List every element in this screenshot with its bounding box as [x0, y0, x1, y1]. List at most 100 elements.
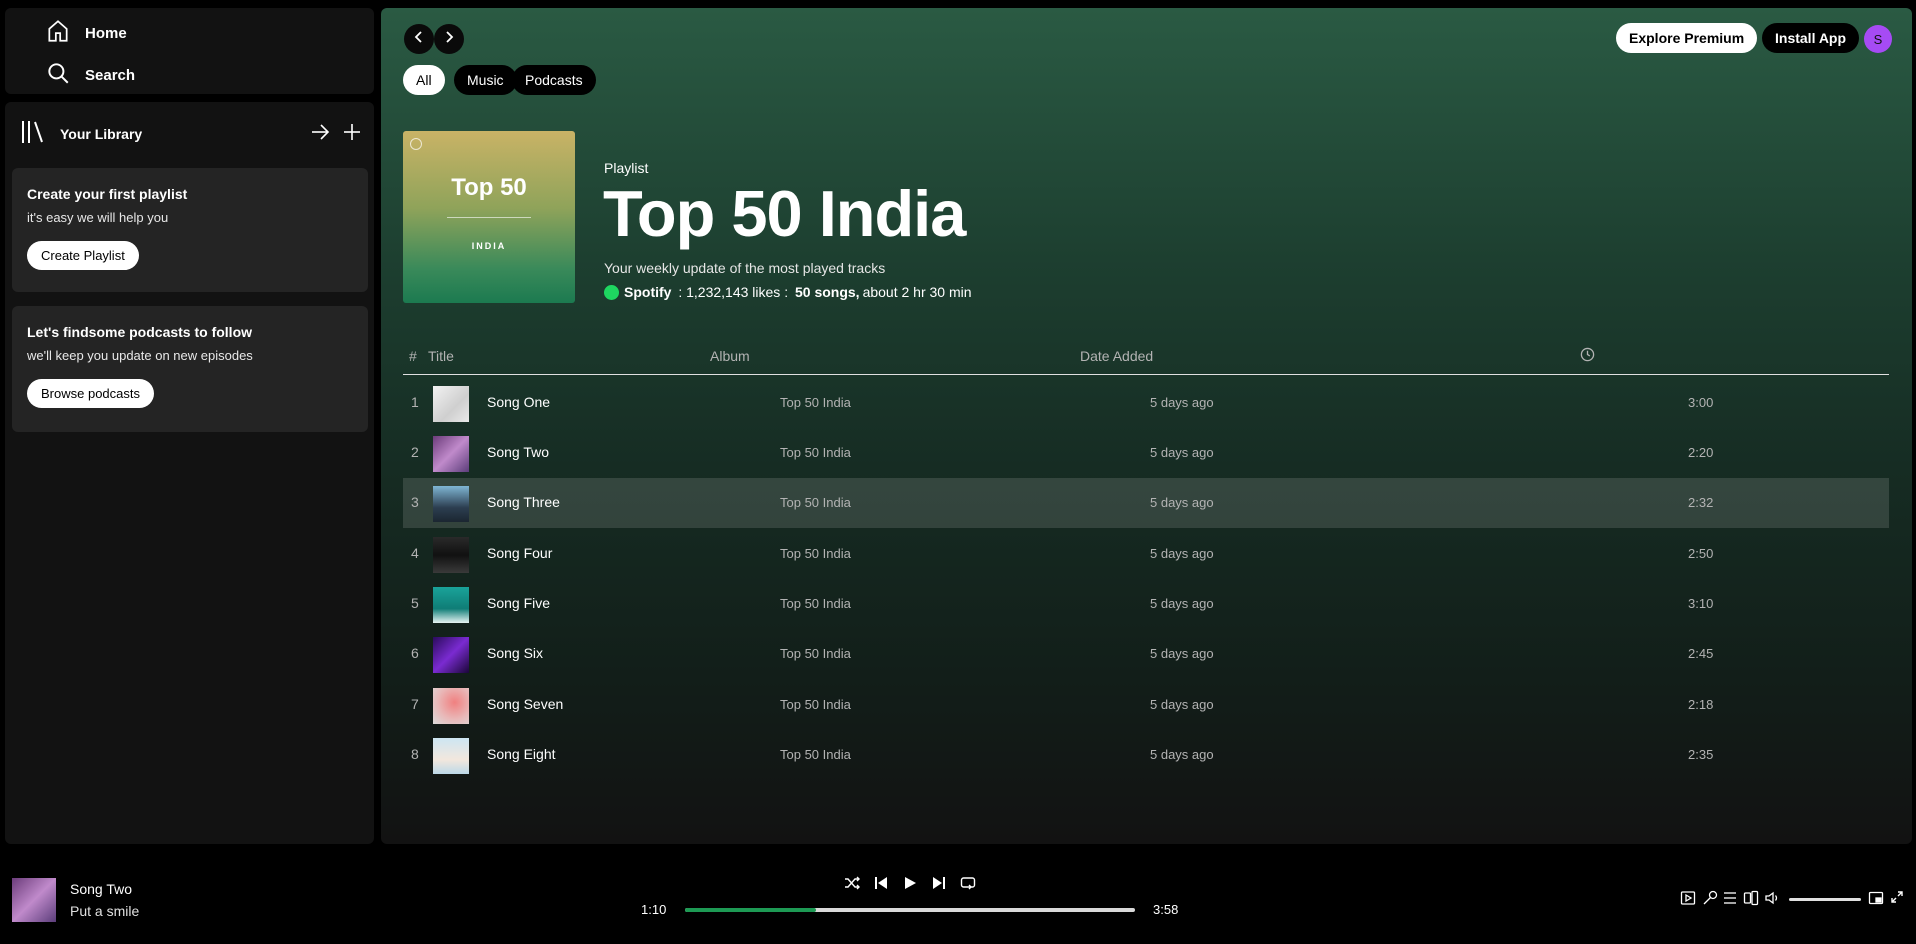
- track-thumbnail: [433, 436, 469, 472]
- header-num: #: [409, 348, 417, 364]
- track-date-added: 5 days ago: [1150, 395, 1214, 410]
- playlist-description: Your weekly update of the most played tr…: [604, 260, 886, 276]
- now-playing-title[interactable]: Song Two: [70, 881, 132, 897]
- shuffle-button[interactable]: [843, 876, 861, 894]
- home-icon: [45, 18, 71, 48]
- cover-title: Top 50: [451, 174, 527, 201]
- track-table-header: # Title Album Date Added: [403, 335, 1889, 375]
- podcast-card-title: Let's findsome podcasts to follow: [27, 324, 253, 340]
- nav-home-label: Home: [85, 24, 127, 42]
- nav-search-label: Search: [85, 66, 136, 84]
- repeat-button[interactable]: [959, 876, 977, 894]
- library-panel: Your Library Create your first playlist …: [5, 102, 374, 844]
- track-date-added: 5 days ago: [1150, 747, 1214, 762]
- track-album[interactable]: Top 50 India: [780, 395, 851, 410]
- table-row[interactable]: 6 Song Six Top 50 India 5 days ago 2:45: [403, 629, 1889, 679]
- now-playing-artist[interactable]: Put a smile: [70, 903, 139, 919]
- queue-icon[interactable]: [1722, 890, 1738, 906]
- track-duration: 3:10: [1688, 596, 1714, 611]
- table-row[interactable]: 7 Song Seven Top 50 India 5 days ago 2:1…: [403, 680, 1889, 730]
- table-row[interactable]: 8 Song Eight Top 50 India 5 days ago 2:3…: [403, 730, 1889, 780]
- track-title[interactable]: Song Eight: [487, 746, 556, 762]
- podcast-card-text: we'll keep you update on new episodes: [27, 348, 253, 363]
- arrow-right-icon[interactable]: [310, 122, 330, 147]
- cover-divider: [447, 217, 531, 218]
- track-number: 2: [411, 444, 419, 460]
- create-playlist-button[interactable]: Create Playlist: [27, 241, 139, 270]
- nav-search[interactable]: Search: [45, 60, 135, 90]
- chip-podcasts[interactable]: Podcasts: [512, 65, 596, 95]
- elapsed-time: 1:10: [641, 902, 667, 917]
- track-duration: 2:20: [1688, 445, 1714, 460]
- track-thumbnail: [433, 486, 469, 522]
- table-row[interactable]: 2 Song Two Top 50 India 5 days ago 2:20: [403, 428, 1889, 478]
- lyrics-icon[interactable]: [1702, 890, 1718, 906]
- track-thumbnail: [433, 537, 469, 573]
- track-title[interactable]: Song Seven: [487, 696, 563, 712]
- now-playing-view-icon[interactable]: [1680, 890, 1696, 906]
- library-icon[interactable]: [20, 119, 46, 150]
- track-album[interactable]: Top 50 India: [780, 747, 851, 762]
- chip-all[interactable]: All: [403, 65, 445, 95]
- track-title[interactable]: Song One: [487, 394, 550, 410]
- nav-home[interactable]: Home: [45, 18, 127, 48]
- avatar[interactable]: S: [1864, 25, 1892, 53]
- track-number: 6: [411, 645, 419, 661]
- track-thumbnail: [433, 637, 469, 673]
- track-album[interactable]: Top 50 India: [780, 697, 851, 712]
- plus-icon[interactable]: [342, 122, 362, 147]
- track-album[interactable]: Top 50 India: [780, 546, 851, 561]
- track-album[interactable]: Top 50 India: [780, 495, 851, 510]
- mini-player-icon[interactable]: [1868, 890, 1884, 906]
- fullscreen-icon[interactable]: [1890, 890, 1906, 906]
- track-album[interactable]: Top 50 India: [780, 646, 851, 661]
- track-duration: 2:35: [1688, 747, 1714, 762]
- browse-podcasts-button[interactable]: Browse podcasts: [27, 379, 154, 408]
- playlist-owner[interactable]: Spotify: [624, 284, 671, 300]
- track-thumbnail: [433, 386, 469, 422]
- now-playing-thumbnail[interactable]: [12, 878, 56, 922]
- track-thumbnail: [433, 688, 469, 724]
- playlist-song-count: 50 songs,: [794, 284, 860, 300]
- track-album[interactable]: Top 50 India: [780, 445, 851, 460]
- track-title[interactable]: Song Two: [487, 444, 549, 460]
- track-duration: 2:32: [1688, 495, 1714, 510]
- library-title[interactable]: Your Library: [60, 126, 142, 142]
- table-row[interactable]: 5 Song Five Top 50 India 5 days ago 3:10: [403, 579, 1889, 629]
- play-button[interactable]: [901, 876, 919, 894]
- track-title[interactable]: Song Five: [487, 595, 550, 611]
- track-title[interactable]: Song Four: [487, 545, 552, 561]
- track-album[interactable]: Top 50 India: [780, 596, 851, 611]
- header-title: Title: [428, 348, 454, 364]
- main-content: All Music Podcasts Explore Premium Insta…: [381, 8, 1912, 844]
- chip-music[interactable]: Music: [454, 65, 517, 95]
- track-title[interactable]: Song Three: [487, 494, 560, 510]
- player-bar: Song Two Put a smile 1:10 3:58: [0, 848, 1916, 944]
- table-row[interactable]: 4 Song Four Top 50 India 5 days ago 2:50: [403, 529, 1889, 579]
- track-title[interactable]: Song Six: [487, 645, 543, 661]
- chevron-left-icon: [412, 30, 426, 49]
- table-row[interactable]: 3 Song Three Top 50 India 5 days ago 2:3…: [403, 478, 1889, 528]
- playlist-meta: Spotify : 1,232,143 likes : 50 songs, ab…: [604, 284, 972, 300]
- track-number: 1: [411, 394, 419, 410]
- podcast-card: Let's findsome podcasts to follow we'll …: [12, 306, 368, 432]
- track-duration: 3:00: [1688, 395, 1714, 410]
- explore-premium-button[interactable]: Explore Premium: [1616, 23, 1758, 53]
- volume-icon[interactable]: [1764, 890, 1780, 906]
- shuffle-icon: [844, 875, 860, 896]
- back-button[interactable]: [404, 24, 434, 54]
- next-button[interactable]: [930, 876, 948, 894]
- volume-slider[interactable]: [1789, 898, 1861, 901]
- install-app-button[interactable]: Install App: [1762, 23, 1860, 53]
- track-duration: 2:18: [1688, 697, 1714, 712]
- header-album: Album: [710, 348, 750, 364]
- previous-button[interactable]: [872, 876, 890, 894]
- top-nav-panel: Home Search: [5, 8, 374, 94]
- spotify-logo-icon: [410, 138, 422, 150]
- progress-bar[interactable]: [685, 908, 1135, 912]
- table-row[interactable]: 1 Song One Top 50 India 5 days ago 3:00: [403, 378, 1889, 428]
- connect-device-icon[interactable]: [1743, 890, 1759, 906]
- track-date-added: 5 days ago: [1150, 646, 1214, 661]
- track-date-added: 5 days ago: [1150, 596, 1214, 611]
- forward-button[interactable]: [434, 24, 464, 54]
